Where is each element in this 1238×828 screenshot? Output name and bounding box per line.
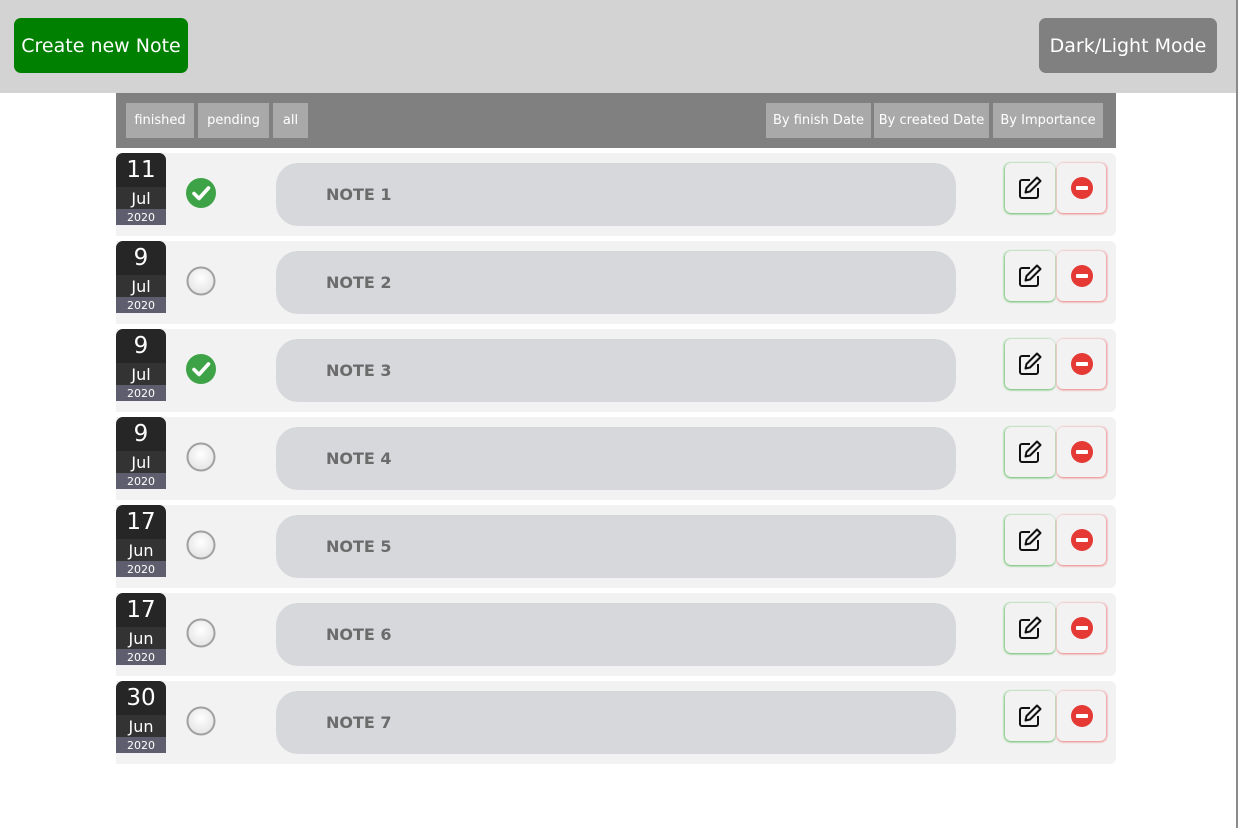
minus-circle-icon — [1070, 265, 1093, 287]
note-row: 30 Jun 2020 NOTE 7 — [116, 681, 1116, 764]
note-date: 17 Jun 2020 — [116, 505, 166, 577]
date-day: 9 — [116, 241, 166, 275]
edit-icon — [1019, 616, 1042, 639]
note-row: 9 Jul 2020 NOTE 2 — [116, 241, 1116, 324]
note-date: 9 Jul 2020 — [116, 329, 166, 401]
date-year: 2020 — [116, 649, 166, 665]
filter-pending-button[interactable]: pending — [198, 103, 269, 138]
delete-button[interactable] — [1057, 163, 1106, 213]
edit-icon — [1019, 352, 1042, 375]
edit-button[interactable] — [1005, 163, 1055, 213]
note-title[interactable]: NOTE 2 — [276, 251, 956, 314]
delete-button[interactable] — [1057, 427, 1106, 477]
note-title[interactable]: NOTE 4 — [276, 427, 956, 490]
empty-circle-icon[interactable] — [186, 266, 216, 296]
note-row: 9 Jul 2020 NOTE 4 — [116, 417, 1116, 500]
delete-button[interactable] — [1057, 603, 1106, 653]
empty-circle-icon[interactable] — [186, 706, 216, 736]
edit-icon — [1019, 176, 1042, 199]
delete-button[interactable] — [1057, 339, 1106, 389]
note-row: 11 Jul 2020 NOTE 1 — [116, 153, 1116, 236]
date-year: 2020 — [116, 209, 166, 225]
date-month: Jun — [116, 539, 166, 561]
date-year: 2020 — [116, 473, 166, 489]
note-title[interactable]: NOTE 6 — [276, 603, 956, 666]
note-title[interactable]: NOTE 3 — [276, 339, 956, 402]
note-date: 17 Jun 2020 — [116, 593, 166, 665]
minus-circle-icon — [1070, 617, 1093, 639]
note-date: 9 Jul 2020 — [116, 241, 166, 313]
date-month: Jun — [116, 715, 166, 737]
edit-icon — [1019, 704, 1042, 727]
date-day: 17 — [116, 593, 166, 627]
sort-by-created-date-button[interactable]: By created Date — [874, 103, 989, 138]
edit-icon — [1019, 528, 1042, 551]
edit-button[interactable] — [1005, 515, 1055, 565]
date-year: 2020 — [116, 737, 166, 753]
minus-circle-icon — [1070, 177, 1093, 199]
minus-circle-icon — [1070, 353, 1093, 375]
date-day: 11 — [116, 153, 166, 187]
empty-circle-icon[interactable] — [186, 530, 216, 560]
note-row: 9 Jul 2020 NOTE 3 — [116, 329, 1116, 412]
note-row: 17 Jun 2020 NOTE 6 — [116, 593, 1116, 676]
date-year: 2020 — [116, 297, 166, 313]
dark-light-mode-button[interactable]: Dark/Light Mode — [1039, 18, 1217, 73]
date-day: 30 — [116, 681, 166, 715]
create-note-button[interactable]: Create new Note — [14, 18, 188, 73]
date-month: Jul — [116, 363, 166, 385]
delete-button[interactable] — [1057, 515, 1106, 565]
edit-button[interactable] — [1005, 251, 1055, 301]
note-date: 9 Jul 2020 — [116, 417, 166, 489]
date-day: 9 — [116, 329, 166, 363]
date-year: 2020 — [116, 561, 166, 577]
date-month: Jul — [116, 187, 166, 209]
check-circle-icon[interactable] — [186, 178, 216, 208]
date-day: 17 — [116, 505, 166, 539]
note-row: 17 Jun 2020 NOTE 5 — [116, 505, 1116, 588]
empty-circle-icon[interactable] — [186, 442, 216, 472]
sort-by-importance-button[interactable]: By Importance — [993, 103, 1103, 138]
edit-icon — [1019, 264, 1042, 287]
minus-circle-icon — [1070, 529, 1093, 551]
date-month: Jul — [116, 451, 166, 473]
date-month: Jul — [116, 275, 166, 297]
note-date: 30 Jun 2020 — [116, 681, 166, 753]
note-title[interactable]: NOTE 5 — [276, 515, 956, 578]
minus-circle-icon — [1070, 441, 1093, 463]
minus-circle-icon — [1070, 705, 1093, 727]
edit-button[interactable] — [1005, 427, 1055, 477]
note-date: 11 Jul 2020 — [116, 153, 166, 225]
filter-all-button[interactable]: all — [273, 103, 308, 138]
check-circle-icon[interactable] — [186, 354, 216, 384]
sort-by-finish-date-button[interactable]: By finish Date — [766, 103, 871, 138]
edit-button[interactable] — [1005, 339, 1055, 389]
notes-list: 11 Jul 2020 NOTE 1 9 Jul 2020 NOTE 2 9 J… — [116, 153, 1116, 769]
delete-button[interactable] — [1057, 251, 1106, 301]
edit-button[interactable] — [1005, 603, 1055, 653]
empty-circle-icon[interactable] — [186, 618, 216, 648]
edit-icon — [1019, 440, 1042, 463]
top-bar: Create new Note Dark/Light Mode — [0, 0, 1236, 93]
filter-finished-button[interactable]: finished — [126, 103, 194, 138]
edit-button[interactable] — [1005, 691, 1055, 741]
date-year: 2020 — [116, 385, 166, 401]
filter-bar: finished pending all By finish Date By c… — [116, 93, 1116, 148]
note-title[interactable]: NOTE 7 — [276, 691, 956, 754]
date-day: 9 — [116, 417, 166, 451]
date-month: Jun — [116, 627, 166, 649]
delete-button[interactable] — [1057, 691, 1106, 741]
note-title[interactable]: NOTE 1 — [276, 163, 956, 226]
